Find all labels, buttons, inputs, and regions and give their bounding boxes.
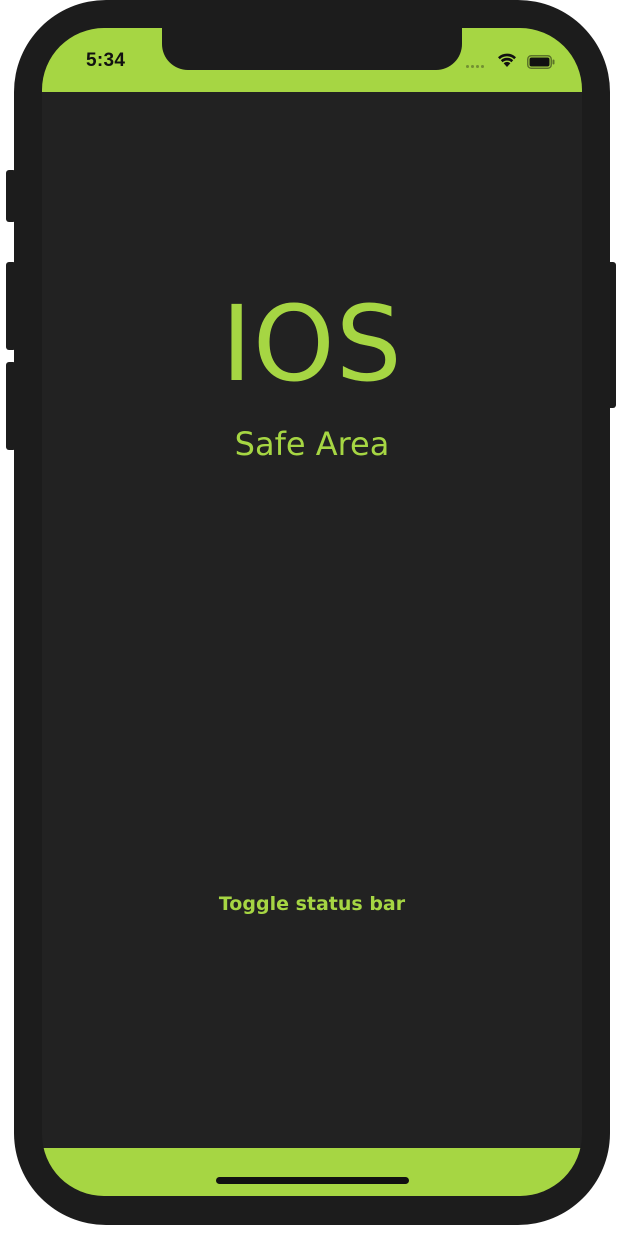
status-bar: 5:34 [42, 28, 582, 92]
cellular-dots-icon [466, 65, 488, 69]
volume-up-button [6, 262, 16, 350]
battery-icon [527, 54, 555, 69]
notch [162, 28, 462, 70]
toggle-status-bar-button[interactable]: Toggle status bar [212, 886, 412, 922]
page-subtitle: Safe Area [234, 425, 390, 463]
status-time: 5:34 [86, 50, 126, 71]
volume-down-button [6, 362, 16, 450]
page-title: IOS [221, 283, 403, 405]
wifi-icon [497, 52, 517, 68]
screen: 5:34 IOS Safe Area Toggle status bar [42, 28, 582, 1196]
power-button [606, 262, 616, 408]
main-content: IOS Safe Area Toggle status bar [42, 92, 582, 1148]
bottom-safe-area [42, 1148, 582, 1196]
silent-switch [6, 170, 16, 222]
home-indicator[interactable] [216, 1177, 409, 1184]
